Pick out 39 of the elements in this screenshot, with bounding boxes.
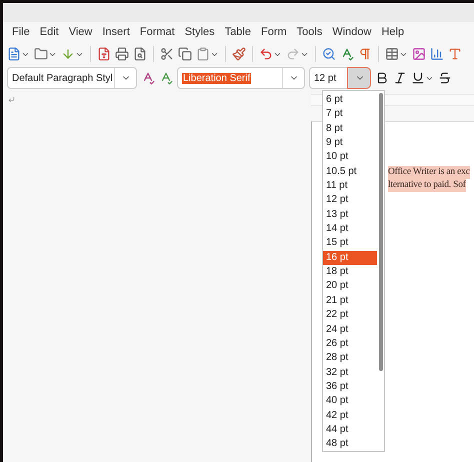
list-item[interactable]: 14 pt <box>323 222 377 236</box>
list-item[interactable]: 15 pt <box>323 236 377 251</box>
menu-item[interactable]: Table <box>220 26 256 38</box>
list-item[interactable]: 21 pt <box>323 294 377 308</box>
list-item[interactable]: 48 pt <box>323 437 377 452</box>
list-item[interactable]: 13 pt <box>323 208 377 222</box>
list-item[interactable]: 10.5 pt <box>323 164 377 180</box>
list-item[interactable]: 42 pt <box>323 408 377 423</box>
font-name-field[interactable]: Liberation Serif <box>177 67 305 89</box>
menu-item[interactable]: Tools <box>292 26 328 38</box>
menu-item[interactable]: Window <box>327 26 376 38</box>
list-item[interactable]: 24 pt <box>323 322 377 337</box>
menu-item[interactable]: Form <box>256 26 292 38</box>
menu-item[interactable]: Help <box>376 26 410 38</box>
menu-item[interactable]: Styles <box>180 26 220 38</box>
font-size-field[interactable]: 12 pt <box>309 67 371 89</box>
list-item[interactable]: 26 pt <box>323 336 377 352</box>
list-item[interactable]: 32 pt <box>323 366 377 380</box>
list-item[interactable]: 8 pt <box>323 122 377 136</box>
list-item[interactable]: 12 pt <box>323 193 377 208</box>
list-item[interactable]: 18 pt <box>323 265 377 280</box>
list-item[interactable]: 10 pt <box>323 150 377 165</box>
menu-item[interactable]: Edit <box>34 26 64 38</box>
list-item[interactable]: 11 pt <box>323 179 377 194</box>
menu-item[interactable]: Insert <box>97 26 135 38</box>
list-item[interactable]: 20 pt <box>323 279 377 294</box>
paragraph-style-field[interactable]: Default Paragraph Styl <box>7 67 137 89</box>
list-item[interactable]: 28 pt <box>323 351 377 366</box>
menu-item[interactable]: View <box>64 26 98 38</box>
list-item[interactable]: 9 pt <box>323 136 377 150</box>
list-item[interactable]: 40 pt <box>323 394 377 409</box>
list-item[interactable]: 16 pt <box>323 250 377 266</box>
list-item[interactable]: 7 pt <box>323 107 377 122</box>
list-item[interactable]: 36 pt <box>323 380 377 394</box>
menu-item[interactable]: Format <box>134 26 180 38</box>
list-item[interactable]: 44 pt <box>323 422 377 438</box>
list-item[interactable]: 22 pt <box>323 308 377 322</box>
list-item[interactable]: 6 pt <box>323 93 377 108</box>
menu-item[interactable]: File <box>7 26 35 38</box>
